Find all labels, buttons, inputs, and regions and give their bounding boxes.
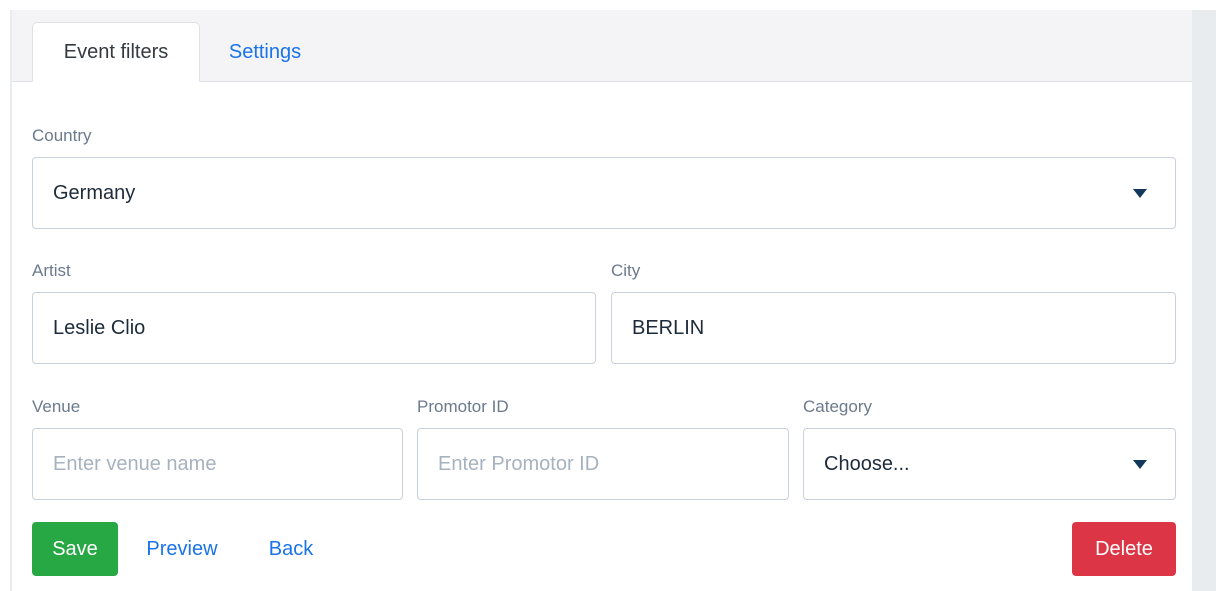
preview-button[interactable]: Preview	[132, 522, 232, 576]
promotor-id-input[interactable]	[438, 452, 788, 476]
category-label: Category	[803, 397, 872, 416]
country-select-value: Germany	[53, 181, 136, 204]
tab-event-filters[interactable]: Event filters	[32, 22, 200, 82]
tab-settings[interactable]: Settings	[210, 22, 320, 82]
venue-label: Venue	[32, 397, 81, 416]
promotor-id-label: Promotor ID	[417, 397, 509, 416]
category-select-value: Choose...	[824, 452, 910, 475]
tab-event-filters-label: Event filters	[63, 40, 169, 63]
country-label: Country	[32, 126, 92, 145]
tab-bar: Event filters Settings	[12, 10, 1192, 82]
artist-label: Artist	[32, 261, 71, 280]
artist-input[interactable]	[53, 316, 595, 340]
city-input[interactable]	[632, 316, 1175, 340]
delete-button[interactable]: Delete	[1072, 522, 1176, 576]
venue-field[interactable]	[32, 428, 403, 500]
promotor-id-field[interactable]	[417, 428, 789, 500]
caret-down-icon	[1133, 460, 1147, 469]
artist-field[interactable]	[32, 292, 596, 364]
city-field[interactable]	[611, 292, 1176, 364]
back-button[interactable]: Back	[252, 522, 330, 576]
city-label: City	[611, 261, 641, 280]
category-select[interactable]: Choose...	[803, 428, 1176, 500]
caret-down-icon	[1133, 189, 1147, 198]
right-scroll-strip	[1192, 10, 1216, 591]
save-button[interactable]: Save	[32, 522, 118, 576]
country-select[interactable]: Germany	[32, 157, 1176, 229]
page: Event filters Settings Country Germany A…	[0, 0, 1216, 591]
venue-input[interactable]	[53, 452, 402, 476]
tab-settings-label: Settings	[228, 40, 302, 63]
